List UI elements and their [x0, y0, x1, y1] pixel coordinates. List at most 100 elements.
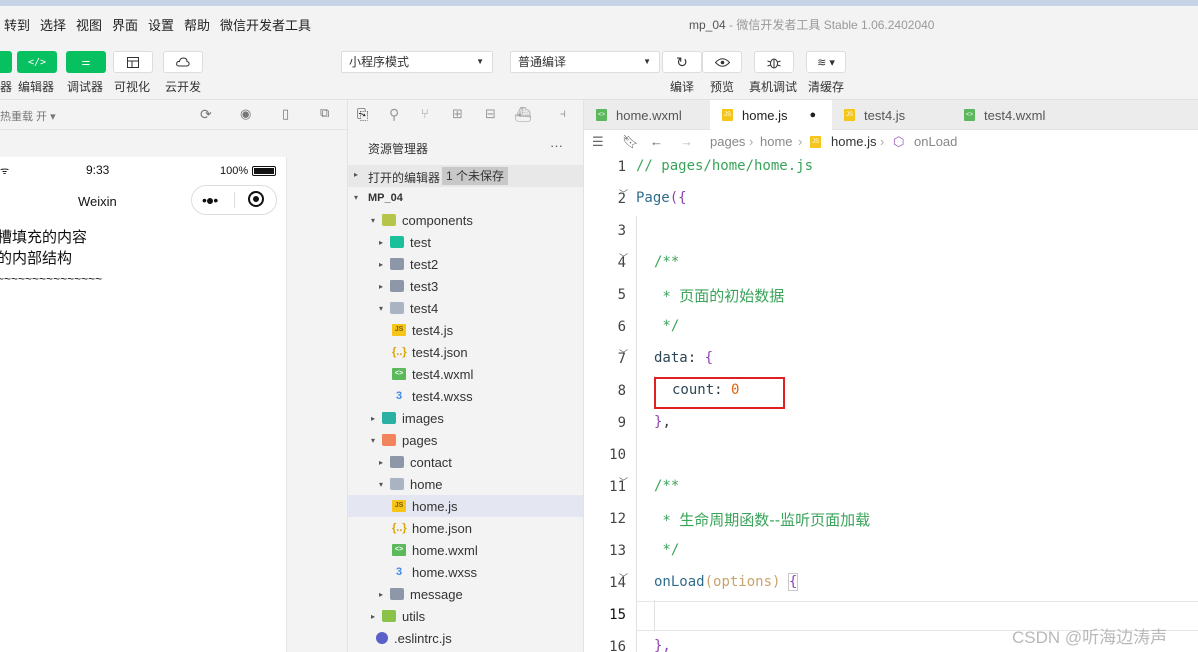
chevron-down-icon[interactable]: ▾ — [376, 304, 386, 313]
list-icon[interactable]: ☰ — [592, 134, 604, 150]
compile-select[interactable]: 普通编译 ▼ — [510, 51, 660, 73]
preview-button[interactable] — [702, 51, 742, 73]
code-line-12[interactable]: * 生命周期函数--监听页面加载 — [654, 509, 870, 530]
more-dots-icon[interactable]: •●• — [202, 192, 218, 208]
menu-devtools[interactable]: 微信开发者工具 — [220, 15, 311, 34]
fold-chevron-icon[interactable]: ﹀ — [619, 571, 628, 584]
tab-test4-js[interactable]: JS test4.js — [832, 100, 950, 130]
tab-test4-wxml[interactable]: <> test4.wxml — [952, 100, 1070, 130]
fold-chevron-icon[interactable]: ﹀ — [619, 251, 628, 264]
tree-item[interactable]: {..} home.json — [348, 517, 583, 539]
debugger-toggle-button[interactable]: ⚌ — [66, 51, 106, 73]
cloud-dev-button[interactable] — [163, 51, 203, 73]
chevron-right-icon[interactable]: ▸ — [376, 590, 386, 599]
capsule-menu[interactable]: •●• — [191, 185, 277, 215]
code-line-11[interactable]: /** — [654, 478, 679, 494]
tree-item[interactable]: ▸ utils — [348, 605, 583, 627]
tree-item[interactable]: ▾ test4 — [348, 297, 583, 319]
real-device-debug-button[interactable] — [754, 51, 794, 73]
js-file-icon: JS — [392, 500, 406, 512]
menu-view[interactable]: 视图 — [76, 15, 102, 34]
chevron-right-icon[interactable]: ▸ — [376, 282, 386, 291]
simulator-toggle-button[interactable]: ▭ — [0, 51, 12, 73]
editor-toggle-button[interactable]: </> — [17, 51, 57, 73]
menu-select[interactable]: 选择 — [40, 15, 66, 34]
tree-item[interactable]: <> test4.wxml — [348, 363, 583, 385]
project-section[interactable]: ▾ MP_04 — [348, 188, 583, 210]
tree-item[interactable]: ▾ pages — [348, 429, 583, 451]
tab-home-wxml[interactable]: <> home.wxml — [584, 100, 710, 130]
rotate-icon[interactable]: ⟳ — [200, 106, 212, 123]
docker-icon[interactable]: ⛴ — [514, 106, 532, 123]
breadcrumb-item[interactable]: home.js — [831, 134, 877, 149]
code-line-6[interactable]: */ — [654, 318, 679, 334]
code-parameter: options — [713, 574, 773, 590]
breadcrumb-item[interactable]: onLoad — [914, 134, 957, 149]
menu-settings[interactable]: 设置 — [148, 15, 174, 34]
tree-item[interactable]: ▸ message — [348, 583, 583, 605]
code-line-14[interactable]: onLoad(options) { — [654, 573, 799, 591]
code-line-7[interactable]: data: { — [654, 350, 713, 366]
compile-button[interactable]: ↻ — [662, 51, 702, 73]
chevron-right-icon[interactable]: ▸ — [376, 260, 386, 269]
chevron-right-icon[interactable]: ▸ — [376, 458, 386, 467]
split-panel-icon[interactable]: ⫞ — [560, 106, 566, 121]
tree-item[interactable]: .eslintrc.js — [348, 627, 583, 649]
record-icon[interactable]: ◉ — [240, 106, 251, 122]
close-miniprogram-icon[interactable] — [248, 191, 264, 207]
tree-item[interactable]: ▸ test3 — [348, 275, 583, 297]
tree-item[interactable]: ▾ home — [348, 473, 583, 495]
tree-item[interactable]: JS test4.js — [348, 319, 583, 341]
breadcrumb-item[interactable]: pages — [710, 134, 745, 149]
forward-arrow-icon[interactable]: → — [680, 134, 693, 149]
code-line-5[interactable]: * 页面的初始数据 — [654, 285, 784, 306]
bookmark-icon[interactable]: 🔖︎ — [622, 134, 639, 150]
chevron-right-icon[interactable]: ▸ — [368, 414, 378, 423]
tree-item-label: test4.js — [412, 322, 454, 338]
tree-item[interactable]: 3 home.wxss — [348, 561, 583, 583]
chevron-right-icon[interactable]: ▸ — [376, 238, 386, 247]
unsaved-dot-icon[interactable]: ● — [810, 109, 817, 121]
open-editors-section[interactable]: ▸ 打开的编辑器 1 个未保存 — [348, 165, 583, 187]
tree-item[interactable]: ▸ test2 — [348, 253, 583, 275]
chevron-right-icon[interactable]: ▸ — [368, 612, 378, 621]
code-line-16[interactable]: }, — [654, 638, 671, 652]
hot-reload-toggle[interactable]: 热重载 开 ▾ — [0, 108, 56, 124]
search-icon[interactable]: ⚲ — [389, 106, 399, 123]
menu-goto[interactable]: 转到 — [4, 15, 30, 34]
device-icon[interactable]: ▯ — [282, 106, 289, 122]
tree-item[interactable]: {..} test4.json — [348, 341, 583, 363]
clear-cache-button[interactable]: ≋ ▾ — [806, 51, 846, 73]
source-control-icon[interactable]: ⑂ — [421, 106, 429, 121]
code-line-13[interactable]: */ — [654, 542, 679, 558]
code-line-2[interactable]: Page({ — [636, 190, 687, 206]
chevron-down-icon[interactable]: ▾ — [368, 436, 378, 445]
back-arrow-icon[interactable]: ← — [650, 134, 663, 149]
extensions-icon[interactable]: ⊞ — [452, 106, 463, 122]
visual-toggle-button[interactable] — [113, 51, 153, 73]
menu-interface[interactable]: 界面 — [112, 15, 138, 34]
code-line-4[interactable]: /** — [654, 254, 679, 270]
files-icon[interactable]: ⎘ — [357, 106, 368, 123]
fold-chevron-icon[interactable]: ﹀ — [619, 475, 628, 488]
menu-help[interactable]: 帮助 — [184, 15, 210, 34]
code-line-9[interactable]: }, — [654, 414, 671, 430]
fold-chevron-icon[interactable]: ﹀ — [619, 187, 628, 200]
chevron-down-icon[interactable]: ▾ — [376, 480, 386, 489]
tree-item[interactable]: ▸ contact — [348, 451, 583, 473]
chevron-down-icon[interactable]: ▾ — [368, 216, 378, 225]
outline-icon[interactable]: ⊟ — [485, 106, 496, 122]
mode-select[interactable]: 小程序模式 ▼ — [341, 51, 493, 73]
tab-home-js[interactable]: JS home.js ● — [710, 100, 832, 130]
detach-window-icon[interactable]: ⧉ — [320, 105, 329, 121]
tree-item[interactable]: <> home.wxml — [348, 539, 583, 561]
fold-chevron-icon[interactable]: ﹀ — [619, 347, 628, 360]
code-line-1[interactable]: // pages/home/home.js — [636, 158, 813, 174]
tree-item[interactable]: ▾ components — [348, 209, 583, 231]
tree-item[interactable]: 3 test4.wxss — [348, 385, 583, 407]
tree-item[interactable]: ▸ images — [348, 407, 583, 429]
tree-item[interactable]: JS home.js — [348, 495, 583, 517]
breadcrumb-item[interactable]: home — [760, 134, 793, 149]
more-actions-icon[interactable]: ··· — [550, 138, 563, 153]
tree-item[interactable]: ▸ test — [348, 231, 583, 253]
